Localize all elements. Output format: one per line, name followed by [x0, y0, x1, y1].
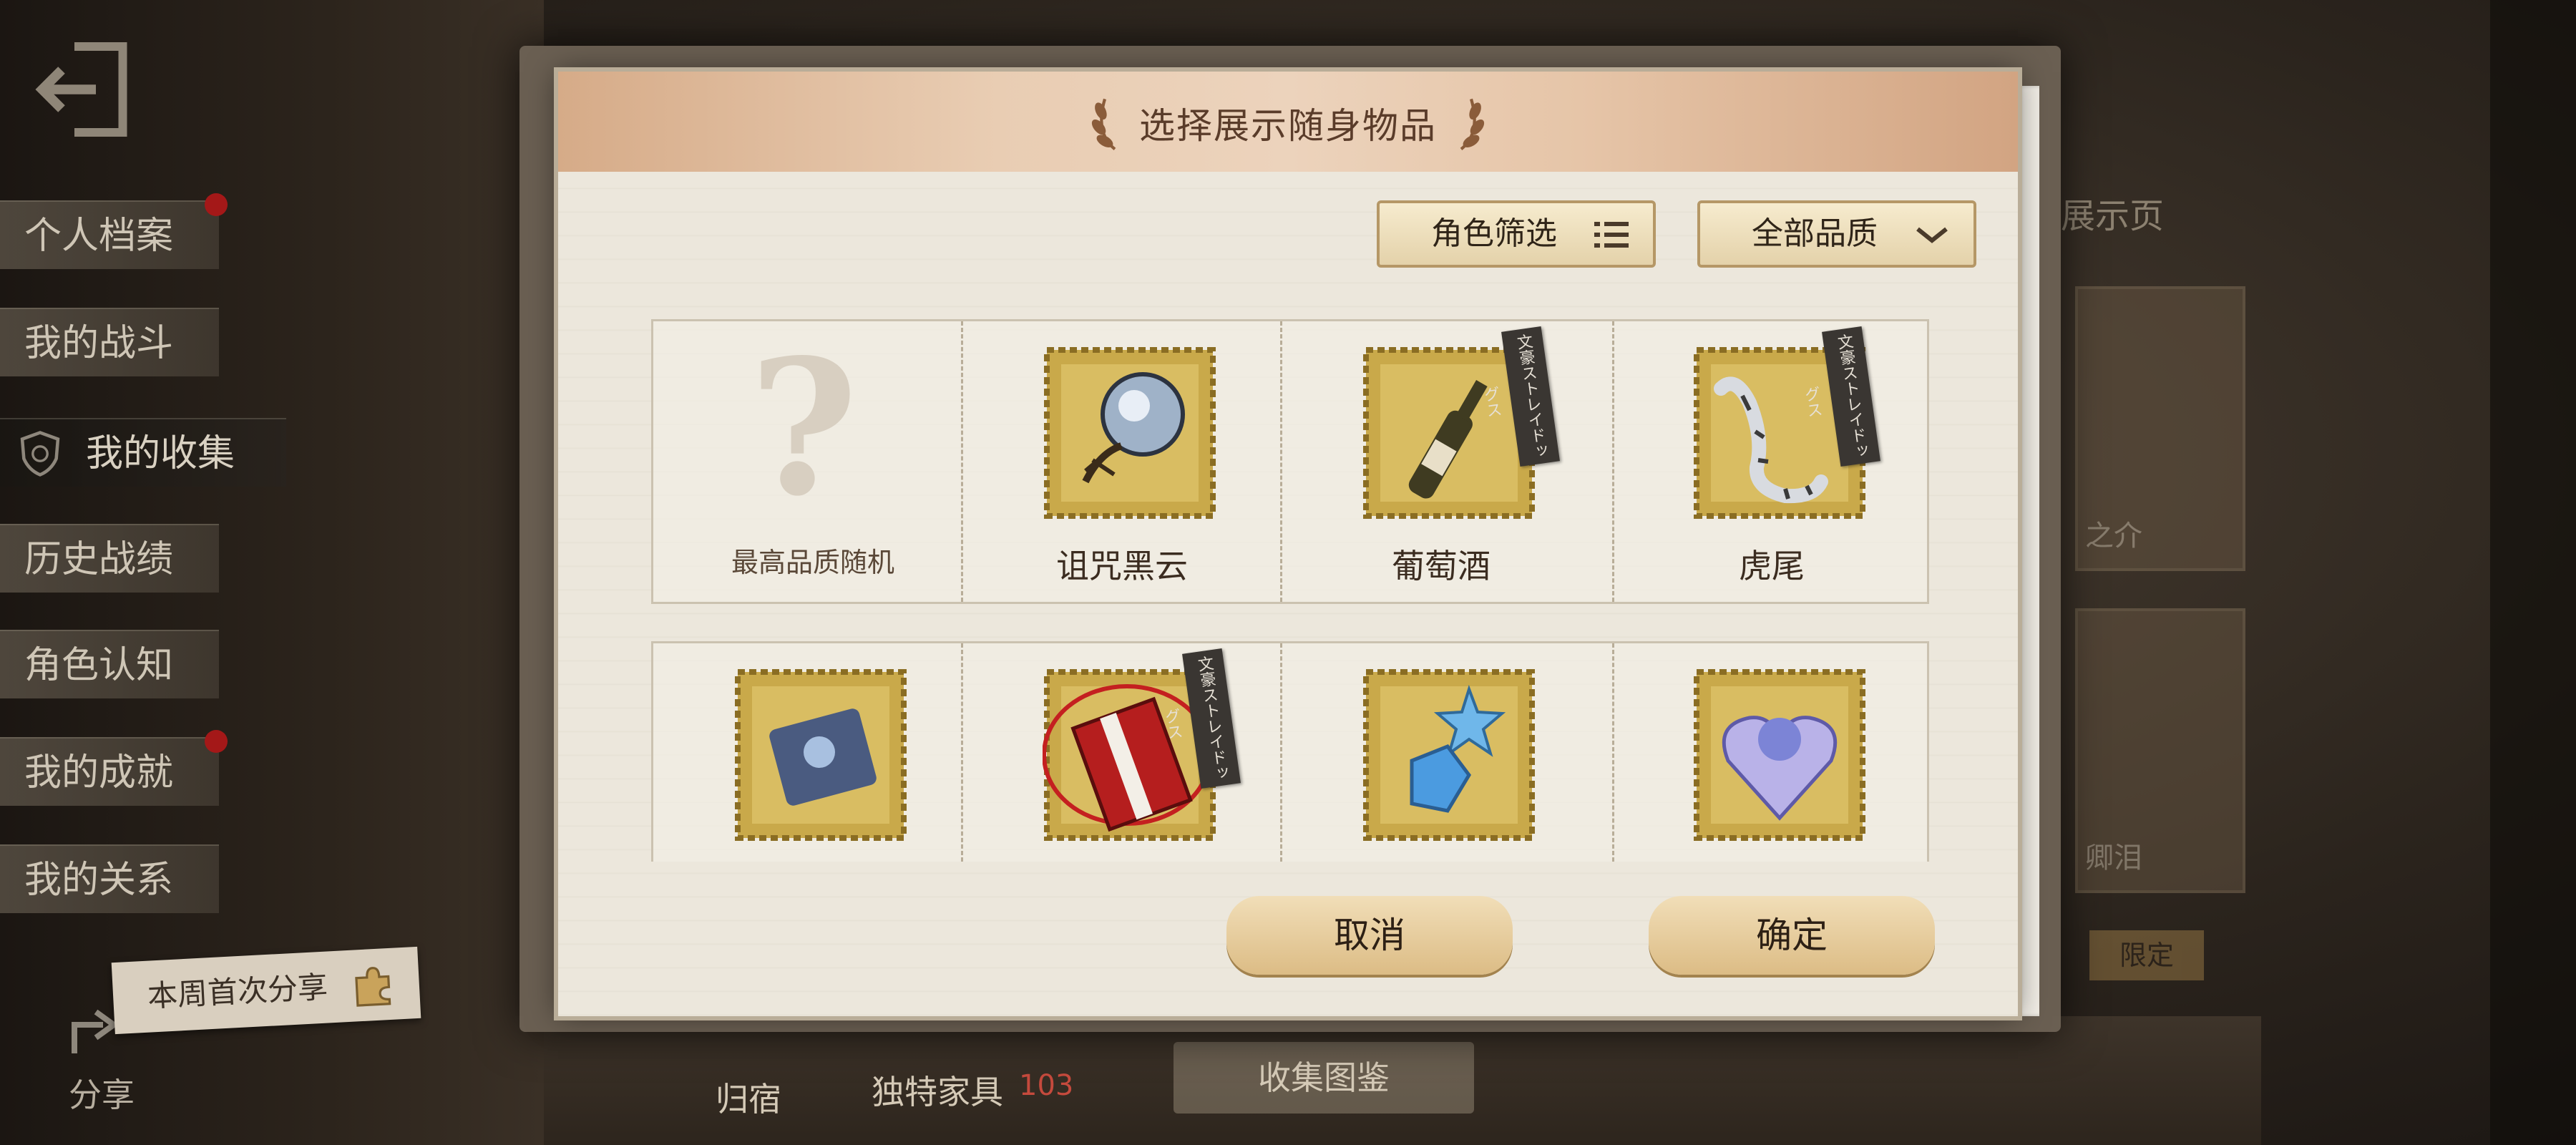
item-slot-5[interactable] [653, 643, 972, 928]
share-banner-label: 本周首次分享 [146, 969, 329, 1014]
menu-item-collection[interactable]: 我的收集 [0, 418, 286, 487]
item-grid-row-1: ? 最高品质随机 诅咒黑云 文豪ストレイドッグス 葡萄酒 文豪ストレイドッグス … [651, 319, 1929, 604]
cancel-button-label: 取消 [1334, 915, 1405, 956]
menu-item-character[interactable]: 角色认知 [0, 630, 219, 698]
menu-item-label: 我的关系 [24, 859, 174, 902]
chevron-down-icon [1916, 227, 1948, 243]
confirm-button-label: 确定 [1756, 915, 1828, 956]
preview-card: 之介 [2075, 286, 2245, 571]
dorm-label[interactable]: 归宿 [716, 1073, 781, 1121]
item-label: 虎尾 [1739, 547, 1805, 585]
quality-filter-label: 全部品质 [1752, 215, 1878, 252]
cancel-button[interactable]: 取消 [1226, 896, 1513, 975]
right-edge-shade [2490, 0, 2576, 1145]
furniture-label: 独特家具 [872, 1073, 1003, 1111]
item-slot-tiger-tail[interactable]: 文豪ストレイドッグス 虎尾 [1612, 321, 1931, 606]
crystal-heart-icon [1694, 669, 1865, 841]
select-item-dialog: 选择展示随身物品 角色筛选 全部品质 ? 最高品质随机 诅咒黑云 文豪ストレイド… [558, 72, 2018, 1016]
menu-item-achievement[interactable]: 我的成就 [0, 730, 228, 806]
preview-card-text: 之介 [2085, 520, 2142, 552]
preview-card-text: 卿泪 [2085, 842, 2142, 874]
notification-badge [205, 730, 228, 753]
blue-gem-card-icon [735, 669, 907, 841]
collection-catalog-label: 收集图鉴 [1258, 1058, 1390, 1097]
exit-icon[interactable] [31, 36, 139, 143]
role-filter-label: 角色筛选 [1431, 215, 1557, 252]
showcase-preview: 之介 卿泪 限定 [2075, 107, 2247, 1002]
notification-badge [205, 193, 228, 216]
menu-item-profile[interactable]: 个人档案 [0, 193, 228, 269]
question-mark-icon: ? [748, 319, 859, 537]
crystal-ball-icon [1044, 347, 1216, 519]
menu-item-label: 我的成就 [24, 751, 174, 794]
dialog-page-edge [2018, 86, 2039, 1016]
dialog-title: 选择展示随身物品 [1139, 105, 1437, 147]
menu-item-label: 个人档案 [24, 215, 174, 258]
menu-item-label: 历史战绩 [24, 538, 174, 581]
item-slot-7[interactable] [1282, 643, 1601, 928]
item-slot-wine[interactable]: 文豪ストレイドッグス 葡萄酒 [1282, 321, 1601, 606]
blue-star-gem-icon [1363, 669, 1535, 841]
list-icon [1594, 222, 1629, 248]
furniture-count: 103 [1019, 1069, 1074, 1102]
item-label: 葡萄酒 [1392, 547, 1491, 585]
shield-icon [20, 431, 60, 477]
menu-item-label: 我的战斗 [24, 322, 174, 365]
menu-item-battle[interactable]: 我的战斗 [0, 308, 219, 376]
menu-item-history[interactable]: 历史战绩 [0, 524, 219, 593]
item-grid-row-2: 文豪ストレイドッグス [651, 641, 1929, 862]
dialog-header: 选择展示随身物品 [558, 72, 2018, 172]
role-filter-button[interactable]: 角色筛选 [1377, 200, 1656, 268]
menu-item-label: 角色认知 [24, 644, 174, 687]
item-slot-random[interactable]: ? 最高品质随机 [653, 321, 972, 606]
item-slot-cursed-cloud[interactable]: 诅咒黑云 [962, 321, 1282, 606]
limited-badge: 限定 [2089, 930, 2204, 980]
menu-item-relations[interactable]: 我的关系 [0, 844, 219, 913]
quality-filter-dropdown[interactable]: 全部品质 [1697, 200, 1976, 268]
preview-card: 卿泪 [2075, 608, 2245, 893]
share-label: 分享 [69, 1076, 135, 1114]
confirm-button[interactable]: 确定 [1649, 896, 1935, 975]
collection-catalog-button[interactable]: 收集图鉴 [1174, 1042, 1474, 1114]
laurel-right-icon [1460, 98, 1485, 151]
item-label: 最高品质随机 [731, 547, 894, 578]
item-label: 诅咒黑云 [1056, 547, 1188, 585]
item-slot-8[interactable] [1612, 643, 1931, 928]
puzzle-icon [355, 967, 391, 1007]
menu-item-label: 我的收集 [86, 432, 235, 475]
item-slot-6[interactable]: 文豪ストレイドッグス [962, 643, 1282, 928]
